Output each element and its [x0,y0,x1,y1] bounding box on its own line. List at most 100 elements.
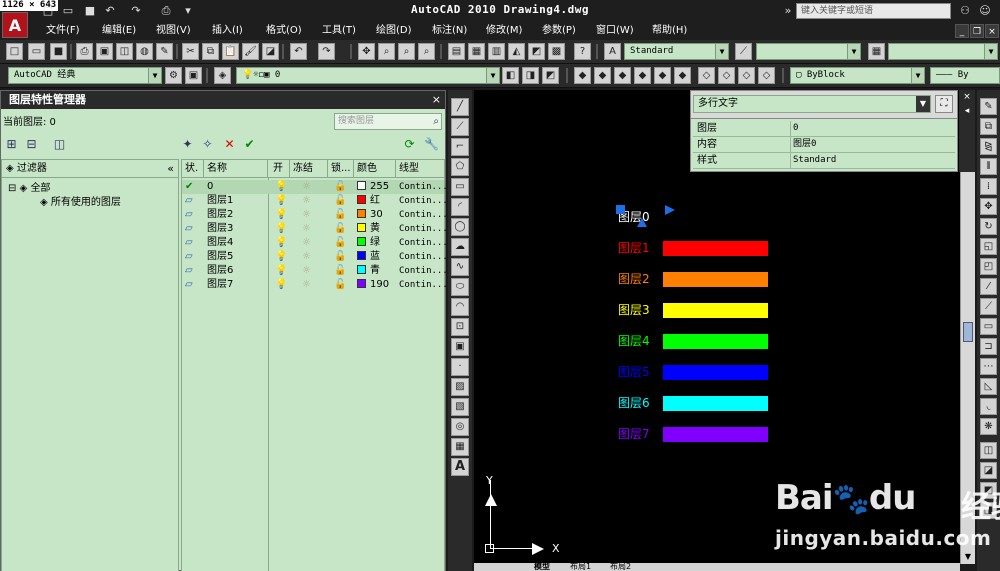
text-style-combo[interactable]: Standard ▼ [624,43,729,60]
menu-help[interactable]: 帮助(H) [652,24,687,38]
autocad-logo-icon[interactable]: A [2,12,28,38]
scale-icon[interactable]: ◱ [980,238,997,255]
construction-line-icon[interactable]: ⟋ [451,118,469,136]
extend-icon[interactable]: ⟋ [980,298,997,315]
plot-icon[interactable]: ⎙ [158,3,174,19]
layer-linetype[interactable]: Contin... [399,236,448,250]
ellipse-icon[interactable]: ⬭ [451,278,469,296]
col-status[interactable]: 状. [182,160,204,178]
open-icon[interactable]: ▭ [28,43,45,60]
layer-tool-7-icon[interactable]: ◇ [698,67,715,84]
unlock-icon[interactable]: 🔓 [334,222,346,236]
layer-linetype[interactable]: Contin... [399,208,448,222]
menu-modify[interactable]: 修改(M) [486,24,522,38]
table-row[interactable]: ▱ 图层5 💡 ☼ 🔓 蓝 Contin... [182,250,448,264]
break-icon[interactable]: ⊐ [980,338,997,355]
unlock-icon[interactable]: 🔓 [334,180,346,194]
lightbulb-on-icon[interactable]: 💡 [275,264,287,278]
layer-previous-icon[interactable]: ◨ [522,67,539,84]
polyline-icon[interactable]: ⌐ [451,138,469,156]
table-row[interactable]: ▱ 图层7 💡 ☼ 🔓 190 Contin... [182,278,448,292]
table-style-icon[interactable]: ▦ [868,43,885,60]
offset-icon[interactable]: ⫴ [980,158,997,175]
new-layer-icon[interactable]: ✦ [179,136,196,153]
layer-tool-10-icon[interactable]: ◇ [758,67,775,84]
dimension-style-combo[interactable]: ▼ [756,43,861,60]
design-center-icon[interactable]: ▦ [468,43,485,60]
match-properties-icon[interactable]: 🖌 [242,43,259,60]
set-current-icon[interactable]: ✔ [241,136,258,153]
dimension-style-icon[interactable]: ⟋ [735,43,752,60]
drawing-text[interactable]: 图层3 [618,303,650,317]
layer-name[interactable]: 图层4 [207,236,233,250]
sun-thaw-icon[interactable]: ☼ [302,278,311,292]
calculator-icon[interactable]: ▩ [548,43,565,60]
insert-block-icon[interactable]: ⊡ [451,318,469,336]
drawing-filled-rectangle[interactable] [663,271,768,287]
layer-linetype[interactable]: Contin... [399,180,448,194]
grip-arrow-up-icon[interactable] [637,218,647,227]
make-block-icon[interactable]: ▣ [451,338,469,356]
new-group-filter-icon[interactable]: ⊟ [23,136,40,153]
minimize-drawing-icon[interactable]: _ [955,24,969,38]
copy-object-icon[interactable]: ⧉ [980,118,997,135]
settings-wrench-icon[interactable]: 🔧 [423,136,440,153]
object-type-combo[interactable]: 多行文字 ▼ [693,95,931,113]
menu-insert[interactable]: 插入(I) [212,24,243,38]
drawing-text[interactable]: 图层1 [618,241,650,255]
table-row[interactable]: ▱ 图层6 💡 ☼ 🔓 青 Contin... [182,264,448,278]
close-icon[interactable]: × [432,93,441,106]
hatch-icon[interactable]: ▨ [451,378,469,396]
quick-access-dropdown-icon[interactable]: ▾ [180,3,196,19]
redo-icon[interactable]: ↷ [128,3,144,19]
unlock-icon[interactable]: 🔓 [334,236,346,250]
erase-icon[interactable]: ✎ [980,98,997,115]
new-layer-frozen-icon[interactable]: ✧ [199,136,216,153]
user-icon[interactable]: ☺ [978,3,992,19]
plot-preview-icon[interactable]: ▣ [96,43,113,60]
col-lock[interactable]: 锁... [328,160,354,178]
markup-icon[interactable]: ◩ [528,43,545,60]
point-icon[interactable]: · [451,358,469,376]
draw-order-2-icon[interactable]: ◪ [980,462,997,479]
tab-layout1[interactable]: 布局1 [570,563,591,571]
search-icon[interactable]: ⌕ [433,114,439,129]
properties-icon[interactable]: ▤ [448,43,465,60]
table-icon[interactable]: ▦ [451,438,469,456]
layer-color[interactable]: 黄 [357,222,380,236]
unlock-icon[interactable]: 🔓 [334,194,346,208]
arc-icon[interactable]: ◜ [451,198,469,216]
layer-linetype[interactable]: Contin... [399,264,448,278]
lightbulb-on-icon[interactable]: 💡 [275,180,287,194]
layer-tool-3-icon[interactable]: ◆ [614,67,631,84]
layer-color[interactable]: 蓝 [357,250,380,264]
sheet-set-icon[interactable]: ◭ [508,43,525,60]
drawing-filled-rectangle[interactable] [663,364,768,380]
close-icon[interactable]: × [959,92,975,102]
layer-color[interactable]: 红 [357,194,380,208]
revision-cloud-icon[interactable]: ☁ [451,238,469,256]
sun-thaw-icon[interactable]: ☼ [302,180,311,194]
layer-state-icon[interactable]: ◩ [542,67,559,84]
layer-tool-5-icon[interactable]: ◆ [654,67,671,84]
menu-draw[interactable]: 绘图(D) [376,24,412,38]
property-row-style[interactable]: 样式 Standard [693,153,955,169]
pin-icon[interactable]: ◂ [959,106,975,116]
menu-view[interactable]: 视图(V) [156,24,191,38]
layer-tool-8-icon[interactable]: ◇ [718,67,735,84]
drawing-text[interactable]: 图层7 [618,427,650,441]
multiline-text-icon[interactable]: A [451,458,469,476]
col-color[interactable]: 颜色 [354,160,396,178]
linetype-combo[interactable]: ——— By [930,67,1000,84]
break-at-point-icon[interactable]: ▭ [980,318,997,335]
menu-parametric[interactable]: 参数(P) [542,24,576,38]
layer-tool-1-icon[interactable]: ◆ [574,67,591,84]
delete-layer-icon[interactable]: ✕ [221,136,238,153]
layer-name[interactable]: 图层1 [207,194,233,208]
zoom-previous-icon[interactable]: ⌕ [418,43,435,60]
line-icon[interactable]: ╱ [451,98,469,116]
layer-name[interactable]: 0 [207,180,213,194]
layer-name[interactable]: 图层2 [207,208,233,222]
layer-linetype[interactable]: Contin... [399,194,448,208]
move-icon[interactable]: ✥ [980,198,997,215]
